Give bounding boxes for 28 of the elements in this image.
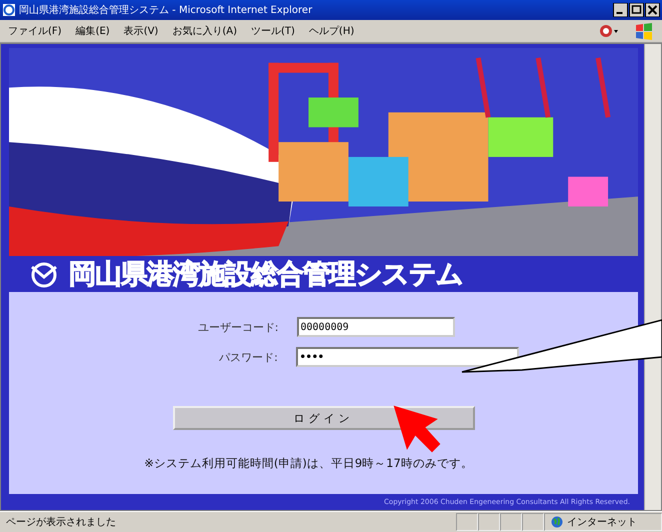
status-panel xyxy=(500,513,522,531)
minimize-icon[interactable] xyxy=(613,3,628,17)
menu-item[interactable]: ツール(T) xyxy=(251,24,295,38)
zone-label: インターネット xyxy=(567,516,637,529)
login-button[interactable]: ログイン xyxy=(172,406,474,430)
window-title: 岡山県港湾施設総合管理システム - Microsoft Internet Explorer xyxy=(19,4,314,17)
field-label: パスワード: xyxy=(218,350,278,364)
maximize-icon[interactable] xyxy=(629,3,644,17)
status-panel xyxy=(456,513,478,531)
system-title: 岡山県港湾施設総合管理システム xyxy=(69,258,463,292)
browser-icon xyxy=(2,3,16,17)
status-panel xyxy=(478,513,500,531)
scrollbar[interactable] xyxy=(644,44,661,510)
menu-item[interactable]: 編集(E) xyxy=(76,24,110,38)
password-field[interactable]: •••• xyxy=(296,347,518,367)
menu-item[interactable]: ファイル(F) xyxy=(8,24,62,38)
status-message: ページが表示されました xyxy=(5,516,117,529)
user-code-field[interactable]: 00000009 xyxy=(296,317,454,337)
arrow-icon xyxy=(391,404,443,454)
menu-item[interactable]: 表示(V) xyxy=(124,24,158,38)
windows-flag-icon xyxy=(634,21,654,41)
menu-item[interactable]: ヘルプ(H) xyxy=(308,24,354,38)
notice-text: ※システム利用可能時間(申請)は、平日9時～17時のみです。 xyxy=(144,456,473,471)
close-icon[interactable] xyxy=(645,3,660,17)
menu-item[interactable]: お気に入り(A) xyxy=(172,24,237,38)
toolbar-icon[interactable] xyxy=(598,23,620,39)
globe-icon xyxy=(551,516,563,528)
field-label: ユーザーコード: xyxy=(196,320,278,334)
